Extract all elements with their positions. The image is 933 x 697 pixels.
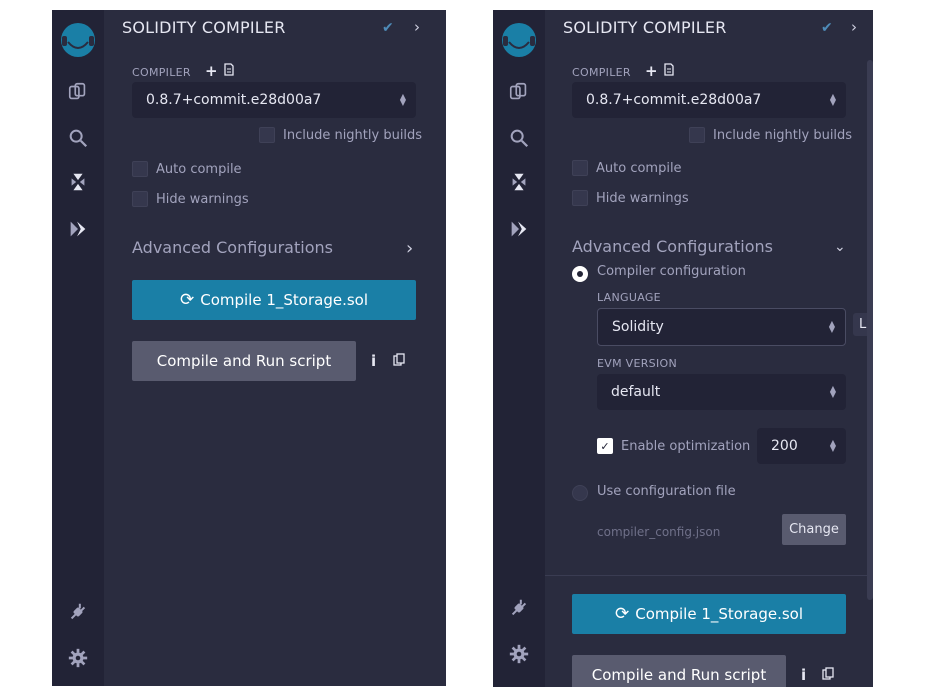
auto-compile-option[interactable]: Auto compile bbox=[132, 161, 242, 177]
hide-warnings-checkbox[interactable] bbox=[132, 191, 148, 207]
panel-header: SOLIDITY COMPILER ✔ › bbox=[545, 10, 873, 46]
run-button-label: Compile and Run script bbox=[591, 666, 767, 684]
compiler-configuration-radio[interactable] bbox=[572, 266, 588, 282]
search-icon[interactable] bbox=[507, 126, 531, 150]
select-arrows-icon: ▲ ▼ bbox=[399, 92, 406, 107]
change-config-button[interactable]: Change bbox=[782, 514, 846, 545]
check-icon: ✔ bbox=[821, 20, 833, 36]
panel-title: SOLIDITY COMPILER bbox=[563, 18, 727, 37]
compiler-version-select[interactable]: 0.8.7+commit.e28d00a7 ▲ ▼ bbox=[132, 82, 416, 118]
select-arrows-icon: ▲ ▼ bbox=[829, 92, 836, 107]
advanced-configurations-toggle[interactable]: Advanced Configurations bbox=[572, 237, 773, 256]
use-config-file-radio[interactable] bbox=[572, 485, 588, 501]
plus-icon[interactable]: + bbox=[645, 62, 658, 80]
enable-optimization-option[interactable]: ✓ Enable optimization bbox=[597, 438, 750, 454]
evm-version-label: EVM VERSION bbox=[597, 357, 677, 370]
file-icon[interactable] bbox=[224, 63, 234, 80]
icon-rail bbox=[52, 10, 104, 686]
chevron-down-icon[interactable]: ⌄ bbox=[834, 239, 846, 255]
compiler-version-value: 0.8.7+commit.e28d00a7 bbox=[146, 92, 322, 108]
compiler-label: COMPILER bbox=[572, 66, 631, 79]
language-label: LANGUAGE bbox=[597, 291, 661, 304]
enable-optimization-checkbox[interactable]: ✓ bbox=[597, 438, 613, 454]
solidity-compiler-icon[interactable] bbox=[66, 170, 90, 194]
plugin-icon[interactable] bbox=[66, 600, 90, 624]
compile-button-label: Compile 1_Storage.sol bbox=[635, 605, 804, 623]
hide-warnings-option[interactable]: Hide warnings bbox=[572, 190, 689, 206]
language-select[interactable]: Solidity ▲ ▼ bbox=[597, 308, 846, 346]
config-file-name: compiler_config.json bbox=[597, 525, 721, 539]
deploy-run-icon[interactable] bbox=[66, 217, 90, 241]
nightly-builds-checkbox[interactable] bbox=[259, 127, 275, 143]
compile-button[interactable]: ⟳ Compile 1_Storage.sol bbox=[132, 280, 416, 320]
compiler-label: COMPILER bbox=[132, 66, 191, 79]
nightly-builds-label: Include nightly builds bbox=[283, 127, 423, 143]
compiler-version-select[interactable]: 0.8.7+commit.e28d00a7 ▲ ▼ bbox=[572, 82, 846, 118]
chevron-right-icon[interactable]: › bbox=[406, 238, 413, 259]
right-panel: SOLIDITY COMPILER ✔ › COMPILER + 0.8.7+c… bbox=[493, 10, 873, 687]
files-icon[interactable] bbox=[66, 80, 90, 104]
info-icon[interactable]: i bbox=[801, 666, 806, 684]
gear-icon[interactable] bbox=[66, 646, 90, 670]
enable-optimization-label: Enable optimization bbox=[621, 438, 751, 454]
auto-compile-checkbox[interactable] bbox=[132, 161, 148, 177]
hide-warnings-checkbox[interactable] bbox=[572, 190, 588, 206]
nightly-builds-checkbox[interactable] bbox=[689, 127, 705, 143]
hide-warnings-label: Hide warnings bbox=[596, 190, 689, 206]
advanced-configurations-toggle[interactable]: Advanced Configurations bbox=[132, 238, 333, 257]
file-icon[interactable] bbox=[664, 63, 674, 80]
chevron-right-icon[interactable]: › bbox=[851, 18, 857, 36]
nightly-builds-label: Include nightly builds bbox=[713, 127, 853, 143]
nightly-builds-option[interactable]: Include nightly builds bbox=[259, 127, 422, 143]
optimization-runs-value: 200 bbox=[771, 438, 798, 454]
chevron-right-icon[interactable]: › bbox=[414, 18, 420, 36]
search-icon[interactable] bbox=[66, 126, 90, 150]
select-arrows-icon: ▲ ▼ bbox=[829, 384, 836, 399]
files-icon[interactable] bbox=[507, 80, 531, 104]
plus-icon[interactable]: + bbox=[205, 62, 218, 80]
hide-warnings-label: Hide warnings bbox=[156, 191, 249, 207]
icon-rail bbox=[493, 10, 545, 687]
info-icon[interactable]: i bbox=[371, 352, 376, 370]
refresh-icon: ⟳ bbox=[179, 290, 195, 310]
auto-compile-label: Auto compile bbox=[156, 161, 242, 177]
evm-version-value: default bbox=[611, 384, 661, 400]
left-panel: SOLIDITY COMPILER ✔ › COMPILER + 0.8.7+c… bbox=[52, 10, 446, 686]
run-button-label: Compile and Run script bbox=[156, 352, 332, 370]
compile-button-label: Compile 1_Storage.sol bbox=[200, 291, 369, 309]
panel-header: SOLIDITY COMPILER ✔ › bbox=[104, 10, 446, 46]
compile-and-run-button[interactable]: Compile and Run script bbox=[132, 341, 356, 381]
remix-logo-icon[interactable] bbox=[56, 18, 100, 62]
plugin-icon[interactable] bbox=[507, 596, 531, 620]
compile-and-run-button[interactable]: Compile and Run script bbox=[572, 655, 786, 687]
scrollbar[interactable] bbox=[867, 60, 873, 600]
refresh-icon: ⟳ bbox=[614, 604, 630, 624]
copy-icon[interactable] bbox=[393, 353, 405, 370]
language-value: Solidity bbox=[612, 319, 664, 335]
use-config-file-label: Use configuration file bbox=[597, 484, 736, 499]
compiler-panel: SOLIDITY COMPILER ✔ › COMPILER + 0.8.7+c… bbox=[104, 10, 446, 686]
compiler-panel: SOLIDITY COMPILER ✔ › COMPILER + 0.8.7+c… bbox=[545, 10, 873, 687]
select-arrows-icon: ▲ ▼ bbox=[829, 438, 836, 453]
compile-button[interactable]: ⟳ Compile 1_Storage.sol bbox=[572, 594, 846, 634]
compiler-version-value: 0.8.7+commit.e28d00a7 bbox=[586, 92, 762, 108]
deploy-run-icon[interactable] bbox=[507, 217, 531, 241]
evm-version-select[interactable]: default ▲ ▼ bbox=[597, 374, 846, 410]
auto-compile-option[interactable]: Auto compile bbox=[572, 160, 682, 176]
select-arrows-icon: ▲ ▼ bbox=[828, 319, 835, 334]
panel-title: SOLIDITY COMPILER bbox=[122, 18, 286, 37]
auto-compile-label: Auto compile bbox=[596, 160, 682, 176]
compiler-configuration-label: Compiler configuration bbox=[597, 264, 746, 279]
remix-logo-icon[interactable] bbox=[497, 18, 541, 62]
solidity-compiler-icon[interactable] bbox=[507, 170, 531, 194]
nightly-builds-option[interactable]: Include nightly builds bbox=[689, 127, 852, 143]
check-icon: ✔ bbox=[382, 20, 394, 36]
copy-icon[interactable] bbox=[822, 667, 834, 684]
divider bbox=[545, 575, 873, 576]
hide-warnings-option[interactable]: Hide warnings bbox=[132, 191, 249, 207]
auto-compile-checkbox[interactable] bbox=[572, 160, 588, 176]
gear-icon[interactable] bbox=[507, 642, 531, 666]
optimization-runs-input[interactable]: 200 ▲ ▼ bbox=[757, 428, 846, 464]
